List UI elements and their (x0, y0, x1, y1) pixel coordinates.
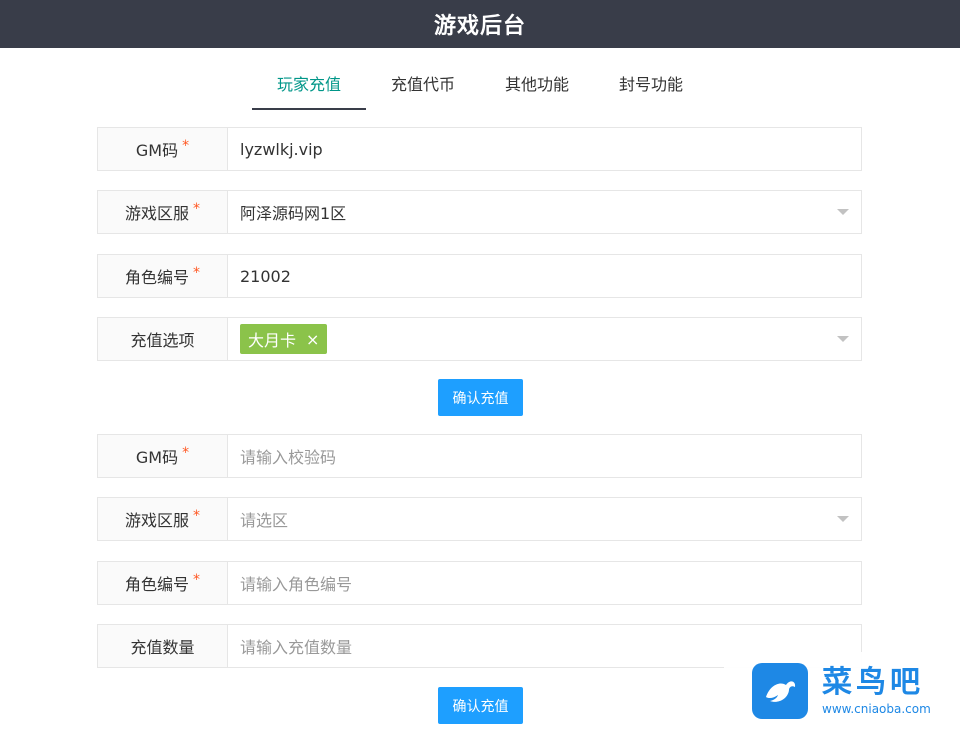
required-mark: * (182, 445, 190, 461)
required-mark: * (193, 201, 200, 217)
bird-logo-icon (752, 662, 808, 719)
form2-gm-label: GM码 * (98, 435, 228, 477)
close-icon[interactable]: × (306, 330, 319, 349)
tab-ban-functions[interactable]: 封号功能 (594, 62, 708, 110)
form1-option-select[interactable]: 大月卡 × (228, 318, 861, 360)
app-title: 游戏后台 (433, 14, 526, 39)
form2-gm-row: GM码 * 请输入校验码 (97, 434, 862, 478)
form1-server-label: 游戏区服 * (98, 191, 228, 233)
chevron-down-icon (837, 336, 849, 342)
tab-player-recharge[interactable]: 玩家充值 (252, 62, 366, 110)
form1-server-row: 游戏区服 * 阿泽源码网1区 (97, 190, 862, 234)
form2-server-select[interactable]: 请选区 (228, 498, 861, 540)
form1-server-select[interactable]: 阿泽源码网1区 (228, 191, 861, 233)
form2-amount-label: 充值数量 (98, 625, 228, 667)
form1-gm-input[interactable]: lyzwlkj.vip (228, 128, 861, 170)
chevron-down-icon (837, 516, 849, 522)
form1-option-label: 充值选项 (98, 318, 228, 360)
watermark-text: 菜鸟吧 www.cniaoba.com (822, 664, 931, 716)
form1-gm-row: GM码 * lyzwlkj.vip (97, 127, 862, 171)
required-mark: * (193, 572, 200, 588)
form2-gm-input[interactable]: 请输入校验码 (228, 435, 861, 477)
required-mark: * (193, 508, 200, 524)
required-mark: * (193, 265, 200, 281)
form2-server-placeholder: 请选区 (240, 511, 289, 530)
form2-server-label: 游戏区服 * (98, 498, 228, 540)
chevron-down-icon (837, 209, 849, 215)
form2-role-input[interactable]: 请输入角色编号 (228, 562, 861, 604)
form1-role-row: 角色编号 * 21002 (97, 254, 862, 298)
form1-role-label: 角色编号 * (98, 255, 228, 297)
form2-role-row: 角色编号 * 请输入角色编号 (97, 561, 862, 605)
watermark-url: www.cniaoba.com (822, 701, 931, 716)
form2-server-row: 游戏区服 * 请选区 (97, 497, 862, 541)
form1-role-input[interactable]: 21002 (228, 255, 861, 297)
form1-server-value: 阿泽源码网1区 (240, 204, 347, 223)
watermark: 菜鸟吧 www.cniaoba.com (724, 652, 960, 729)
form1-option-row: 充值选项 大月卡 × (97, 317, 862, 361)
required-mark: * (182, 138, 190, 154)
tag-label: 大月卡 (248, 331, 297, 350)
tab-other-functions[interactable]: 其他功能 (480, 62, 594, 110)
form1-submit-button[interactable]: 确认充值 (438, 379, 523, 416)
form1-gm-label: GM码 * (98, 128, 228, 170)
tab-bar: 玩家充值 充值代币 其他功能 封号功能 (0, 62, 960, 110)
tab-token-recharge[interactable]: 充值代币 (366, 62, 480, 110)
app-header: 游戏后台 (0, 0, 960, 48)
selected-option-tag: 大月卡 × (240, 324, 328, 354)
watermark-title: 菜鸟吧 (822, 664, 924, 700)
form2-role-label: 角色编号 * (98, 562, 228, 604)
form2-submit-button[interactable]: 确认充值 (438, 687, 523, 724)
